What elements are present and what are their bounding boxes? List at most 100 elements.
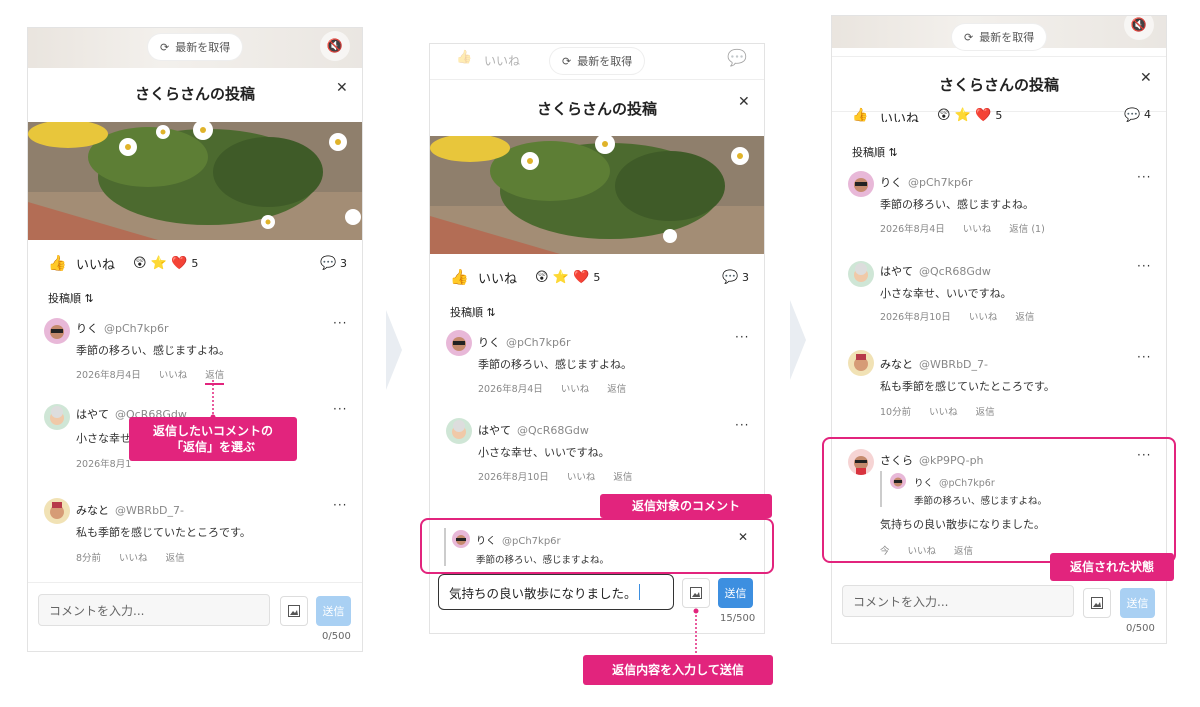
divider (28, 582, 362, 583)
char-counter: 15/500 (720, 613, 756, 624)
comment-text: 季節の移ろい、感じますよね。 (478, 358, 632, 371)
sort-toggle[interactable]: 投稿順 ⇅ (450, 304, 496, 320)
refresh-icon: ⟳ (964, 30, 974, 44)
avatar (44, 318, 70, 344)
reaction-list[interactable]: 😲 ⭐ ❤️ 5 (535, 270, 600, 285)
comment-reply-button[interactable]: 返信 (166, 550, 185, 564)
reaction-list[interactable]: 😲 ⭐ ❤️ 5 (133, 256, 198, 271)
reaction-surprised-icon: 😲 (133, 255, 147, 271)
refresh-icon: ⟳ (562, 54, 572, 68)
comment-author: みなと @WBRbD_7- (880, 358, 988, 371)
comment-like-button[interactable]: いいね (159, 367, 188, 385)
refresh-icon: ⟳ (160, 40, 170, 54)
pointer-line (210, 380, 216, 420)
close-icon[interactable]: ✕ (738, 94, 750, 110)
like-icon[interactable]: 👍 (48, 254, 67, 272)
sort-toggle[interactable]: 投稿順 ⇅ (48, 290, 94, 306)
reaction-surprised-icon: 😲 (535, 269, 549, 285)
image-upload-icon[interactable] (682, 578, 710, 608)
comment-input[interactable]: 気持ちの良い散歩になりました。 (438, 574, 674, 610)
refresh-button[interactable]: ⟳ 最新を取得 (550, 48, 645, 74)
comment-author: はやて @QcR68Gdw (478, 424, 589, 437)
sort-toggle[interactable]: 投稿順 ⇅ (852, 144, 898, 160)
comment-author: りく @pCh7kp6r (478, 336, 571, 349)
reaction-heart-icon: ❤️ (171, 255, 188, 271)
comment-meta: 2026年8月4日 いいね 返信 (76, 367, 225, 385)
avatar (848, 171, 874, 197)
send-button[interactable]: 送信 (1120, 588, 1155, 618)
comment-text: 私も季節を感じていたところです。 (880, 380, 1055, 393)
avatar (848, 350, 874, 376)
more-options-icon[interactable]: ··· (1137, 350, 1151, 364)
sort-icon: ⇅ (486, 306, 496, 319)
send-button[interactable]: 送信 (718, 578, 753, 608)
like-label[interactable]: いいね (76, 254, 115, 273)
comment-like-button[interactable]: いいね (561, 381, 590, 395)
reaction-list[interactable]: 😲 ⭐ ❤️ 5 (937, 108, 1002, 122)
image-upload-icon[interactable] (1083, 588, 1111, 618)
comment-input[interactable]: コメントを入力... (842, 585, 1074, 617)
more-options-icon[interactable]: ··· (1137, 170, 1151, 184)
comment-author: りく @pCh7kp6r (76, 322, 169, 335)
mute-icon[interactable]: 🔇 (320, 31, 350, 61)
comment-meta: 10分前 いいね 返信 (880, 404, 995, 418)
post-title: さくらさんの投稿 (134, 85, 255, 103)
comment-text: 小さな幸せ、いいですね。 (478, 446, 610, 459)
comment-meta: 2026年8月10日 いいね 返信 (880, 309, 1034, 323)
reaction-count: 5 (191, 256, 199, 270)
step-arrow-2 (790, 300, 806, 380)
comment-like-button[interactable]: いいね (963, 221, 992, 235)
comment-like-button[interactable]: いいね (567, 469, 596, 483)
more-options-icon[interactable]: ··· (333, 316, 347, 330)
like-label[interactable]: いいね (880, 108, 919, 122)
callout-replied-state: 返信された状態 (1050, 553, 1174, 581)
image-upload-icon[interactable] (280, 596, 308, 626)
comment-reply-button[interactable]: 返信 (976, 404, 995, 418)
like-icon[interactable]: 👍 (450, 268, 469, 286)
comment-icon[interactable]: 💬 (320, 256, 336, 271)
post-title: さくらさんの投稿 (938, 76, 1059, 94)
comment-icon[interactable]: 💬 (1124, 108, 1140, 122)
like-icon: 👍 (456, 50, 473, 65)
more-options-icon[interactable]: ··· (333, 402, 347, 416)
sort-icon: ⇅ (888, 146, 898, 159)
post-action-row: 👍 いいね 😲 ⭐ ❤️ 5 💬 3 (430, 262, 764, 292)
comment-text: 季節の移ろい、感じますよね。 (76, 344, 230, 357)
comment-icon[interactable]: 💬 (722, 270, 738, 285)
more-options-icon[interactable]: ··· (735, 330, 749, 344)
comment-input[interactable]: コメントを入力... (38, 594, 270, 626)
comment-meta: 2026年8月1 (76, 459, 132, 470)
sort-icon: ⇅ (84, 292, 94, 305)
comment-count: 3 (340, 256, 347, 270)
comment-text: 私も季節を感じていたところです。 (76, 526, 251, 539)
comment-reply-button[interactable]: 返信 (613, 469, 632, 483)
comment-reply-button[interactable]: 返信 (607, 381, 626, 395)
more-options-icon[interactable]: ··· (735, 418, 749, 432)
char-counter: 0/500 (1126, 623, 1155, 634)
like-label: いいね (484, 54, 521, 68)
comment-like-button[interactable]: いいね (929, 404, 958, 418)
comment-reply-button[interactable]: 返信 (1015, 309, 1034, 323)
reaction-heart-icon: ❤️ (573, 269, 590, 285)
like-label[interactable]: いいね (478, 268, 517, 287)
comment-count: 3 (742, 270, 749, 284)
more-options-icon[interactable]: ··· (1137, 259, 1151, 273)
comment-reply-button[interactable]: 返信 (1) (1009, 221, 1045, 235)
close-icon[interactable]: ✕ (1140, 70, 1152, 86)
refresh-button[interactable]: ⟳ 最新を取得 (148, 34, 243, 60)
comment-icon: 💬 (727, 48, 747, 67)
comment-author: みなと @WBRbD_7- (76, 504, 184, 517)
close-icon[interactable]: ✕ (336, 80, 348, 96)
reaction-star-icon: ⭐ (552, 269, 569, 285)
comment-like-button[interactable]: いいね (119, 550, 148, 564)
comment-like-button[interactable]: いいね (969, 309, 998, 323)
step-arrow-1 (386, 310, 402, 390)
pointer-line (693, 608, 699, 658)
comment-text: 季節の移ろい、感じますよね。 (880, 198, 1034, 211)
comment-meta: 2026年8月4日 いいね 返信 (1) (880, 221, 1045, 235)
like-icon[interactable]: 👍 (852, 108, 868, 122)
refresh-button[interactable]: ⟳ 最新を取得 (952, 24, 1047, 50)
more-options-icon[interactable]: ··· (333, 498, 347, 512)
highlight-new-reply (822, 437, 1176, 563)
send-button[interactable]: 送信 (316, 596, 351, 626)
